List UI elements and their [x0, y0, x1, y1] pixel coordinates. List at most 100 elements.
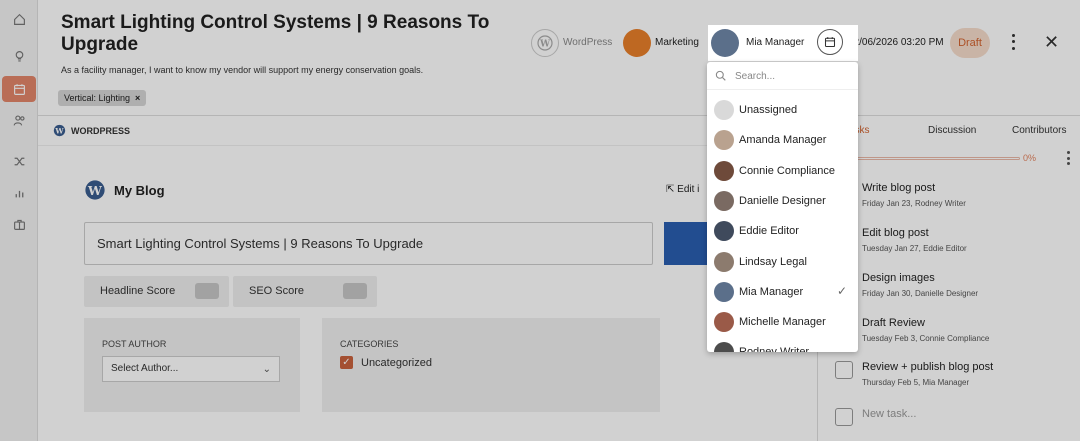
dropdown-item[interactable]: Amanda Manager — [707, 125, 858, 155]
seo-score-pill — [343, 283, 367, 299]
shuffle-icon[interactable] — [6, 148, 32, 174]
svg-text:W: W — [539, 40, 551, 50]
svg-text:W: W — [54, 126, 64, 135]
section-label: WORDPRESS — [71, 125, 131, 136]
post-author-panel: POST AUTHOR Select Author... ⌄ — [84, 318, 300, 412]
dropdown-item-label: Michelle Manager — [739, 316, 826, 329]
due-datetime: 02/06/2026 03:20 PM — [848, 37, 944, 48]
task-more-button[interactable] — [1065, 151, 1071, 165]
task-name: Draft Review — [862, 317, 925, 329]
task-name: Design images — [862, 272, 935, 284]
avatar — [714, 251, 734, 272]
post-title-input[interactable]: Smart Lighting Control Systems | 9 Reaso… — [84, 222, 653, 265]
post-author-label: POST AUTHOR — [102, 339, 167, 349]
dropdown-item[interactable]: Connie Compliance — [707, 156, 858, 186]
tab-contributors[interactable]: Contributors — [1012, 125, 1066, 136]
task-meta: Tuesday Feb 3, Connie Compliance — [862, 334, 990, 343]
marketing-campaign-dot[interactable] — [623, 29, 651, 57]
task-name: Edit blog post — [862, 227, 929, 239]
categories-label: CATEGORIES — [340, 339, 399, 349]
dropdown-item[interactable]: Eddie Editor — [707, 216, 858, 246]
dropdown-item-label: Rodney Writer — [739, 346, 809, 352]
channel-label: WordPress — [563, 37, 613, 48]
users-icon[interactable] — [6, 107, 32, 133]
page-title: Smart Lighting Control Systems | 9 Reaso… — [61, 12, 490, 55]
avatar — [714, 190, 734, 211]
task-progress-percent: 0% — [1023, 153, 1037, 163]
checkmark-icon: ✓ — [837, 283, 848, 298]
categories-panel: CATEGORIES ✓ Uncategorized — [322, 318, 660, 412]
task-checkbox[interactable] — [835, 408, 853, 426]
avatar — [714, 342, 734, 352]
edit-link[interactable]: ⇱ Edit i — [666, 184, 699, 195]
calendar-button[interactable] — [817, 29, 843, 55]
checkbox-checked-icon[interactable]: ✓ — [340, 356, 353, 369]
search-icon — [715, 70, 726, 81]
tag-label: Vertical: Lighting — [64, 93, 131, 103]
dropdown-item[interactable]: Mia Manager ✓ — [707, 277, 858, 307]
task-meta: Friday Jan 23, Rodney Writer — [862, 199, 966, 208]
task-meta: Thursday Feb 5, Mia Manager — [862, 378, 970, 387]
dropdown-item-label: Mia Manager — [739, 285, 804, 298]
page-subtitle: As a facility manager, I want to know my… — [61, 65, 424, 75]
wordpress-icon: W — [53, 124, 66, 137]
avatar — [714, 312, 734, 333]
dropdown-item-label: Connie Compliance — [739, 164, 835, 177]
task-progress-bar — [838, 157, 1020, 160]
section-divider — [38, 145, 818, 146]
lightbulb-icon[interactable] — [6, 43, 32, 69]
featured-image-thumbnail[interactable] — [664, 222, 708, 265]
blog-header: W My Blog — [84, 179, 165, 201]
wordpress-channel-button[interactable]: W — [531, 29, 559, 57]
svg-text:W: W — [87, 183, 103, 198]
dropdown-search — [707, 62, 858, 90]
wordpress-section-header: W WORDPRESS — [53, 124, 130, 137]
author-select[interactable]: Select Author... ⌄ — [102, 356, 280, 382]
more-options-button[interactable] — [1006, 32, 1020, 52]
category-label: Uncategorized — [361, 356, 432, 369]
calendar-icon[interactable] — [2, 76, 36, 102]
task-meta: Tuesday Jan 27, Eddie Editor — [862, 244, 967, 253]
new-task-input[interactable]: New task... — [862, 408, 916, 420]
blog-name: My Blog — [114, 182, 165, 198]
headline-score-button[interactable]: Headline Score — [84, 276, 229, 307]
close-button[interactable]: ✕ — [1044, 33, 1059, 51]
calendar-icon — [824, 37, 836, 48]
dropdown-item-label: Eddie Editor — [739, 225, 799, 238]
dropdown-item-label: Danielle Designer — [739, 194, 826, 207]
avatar — [714, 281, 734, 302]
task-name: Write blog post — [862, 182, 936, 194]
home-icon[interactable] — [6, 6, 32, 32]
avatar — [714, 100, 734, 120]
dropdown-item[interactable]: Michelle Manager — [707, 307, 858, 337]
task-checkbox[interactable] — [835, 361, 853, 379]
dropdown-item-label: Unassigned — [739, 104, 798, 116]
owner-label: Mia Manager — [746, 37, 805, 48]
task-name: Review + publish blog post — [862, 361, 994, 373]
dropdown-item[interactable]: Unassigned — [707, 95, 858, 125]
avatar — [714, 221, 734, 242]
category-item[interactable]: ✓ Uncategorized — [340, 356, 432, 369]
avatar — [711, 29, 739, 57]
tag-chip: Vertical: Lighting × — [58, 90, 147, 106]
briefcase-icon[interactable] — [6, 211, 32, 237]
sidebar — [0, 0, 38, 441]
search-input[interactable] — [735, 68, 850, 84]
wordpress-icon: W — [85, 180, 105, 200]
dropdown-item-label: Amanda Manager — [739, 134, 827, 147]
chevron-down-icon: ⌄ — [262, 364, 271, 375]
dropdown-item-label: Lindsay Legal — [739, 255, 807, 268]
external-link-icon: ⇱ — [666, 184, 675, 195]
tag-remove-button[interactable]: × — [135, 93, 140, 103]
task-meta: Friday Jan 30, Danielle Designer — [862, 289, 979, 298]
bar-chart-icon[interactable] — [6, 179, 32, 205]
avatar — [714, 160, 734, 181]
tab-discussion[interactable]: Discussion — [928, 125, 976, 136]
status-badge[interactable]: Draft — [950, 28, 990, 58]
seo-score-button[interactable]: SEO Score — [233, 276, 377, 307]
dropdown-item[interactable]: Danielle Designer — [707, 186, 858, 216]
dropdown-item[interactable]: Lindsay Legal — [707, 247, 858, 277]
dropdown-item[interactable]: Rodney Writer — [707, 337, 858, 352]
wordpress-icon: W — [537, 35, 553, 51]
campaign-label: Marketing — [655, 37, 699, 48]
